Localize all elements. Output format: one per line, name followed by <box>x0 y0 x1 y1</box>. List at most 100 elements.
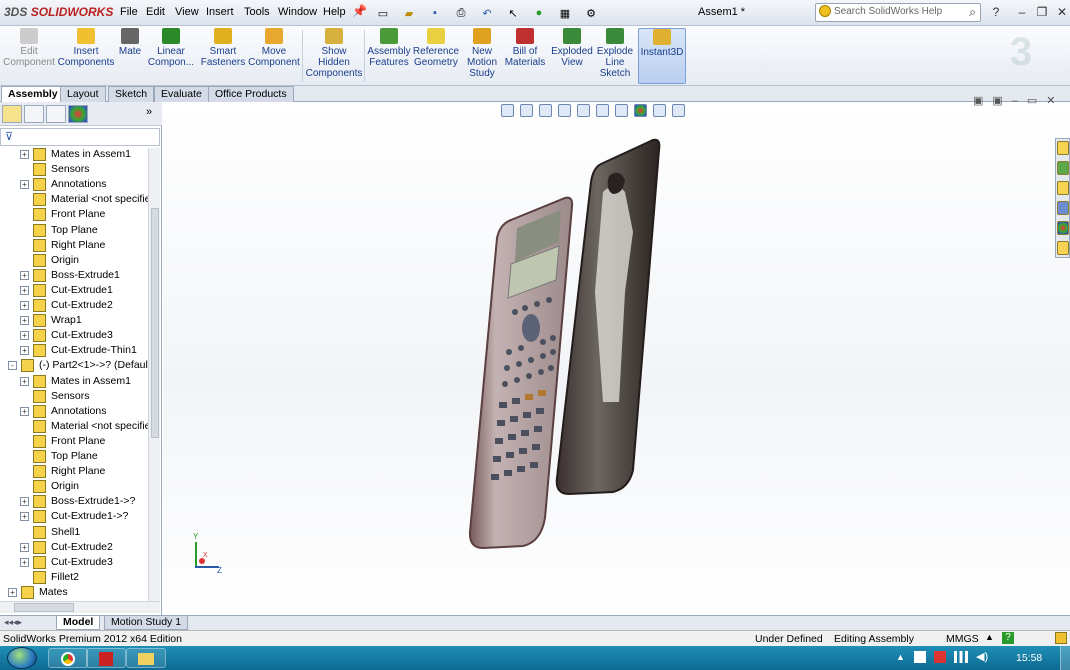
file-properties-icon[interactable]: ▦ <box>554 4 576 22</box>
tree-expander-icon[interactable]: + <box>20 285 29 295</box>
tree-item[interactable]: Sensors <box>0 389 148 404</box>
tree-item[interactable]: Fillet2 <box>0 570 148 585</box>
file-explorer-icon[interactable] <box>1057 181 1069 195</box>
instant3d-button[interactable]: Instant3D <box>638 28 686 84</box>
solidworks-taskbar-icon[interactable] <box>86 648 126 668</box>
cover-part[interactable] <box>555 138 661 496</box>
save-icon[interactable]: ▪ <box>424 4 446 22</box>
tree-item[interactable]: + Cut-Extrude2 <box>0 540 148 555</box>
mate-button[interactable]: Mate <box>116 28 144 84</box>
tab-office-products[interactable]: Office Products <box>208 86 294 102</box>
vertical-scrollbar[interactable] <box>148 148 160 601</box>
tree-expander-icon[interactable]: + <box>20 316 29 326</box>
tree-item[interactable]: Front Plane <box>0 207 148 222</box>
tree-item[interactable]: + Annotations <box>0 177 148 192</box>
tree-expander-icon[interactable]: + <box>20 331 29 341</box>
edit-component-button[interactable]: Edit Component <box>3 28 55 84</box>
menu-help[interactable]: Help <box>323 6 346 18</box>
tree-expander-icon[interactable]: + <box>20 150 29 159</box>
tree-item[interactable]: Sensors <box>0 162 148 177</box>
bill-of-materials-button[interactable]: Bill of Materials <box>503 28 547 84</box>
tree-item[interactable]: + Cut-Extrude-Thin1 <box>0 343 148 358</box>
view-palette-icon[interactable] <box>1057 201 1069 215</box>
tree-item[interactable]: + Mates <box>0 585 148 600</box>
chrome-taskbar-icon[interactable] <box>48 648 88 668</box>
horizontal-scrollbar[interactable] <box>0 601 160 613</box>
help-icon[interactable]: ? <box>984 3 1008 21</box>
status-help-icon[interactable]: ? <box>1002 632 1014 644</box>
tree-item[interactable]: Material <not specified> <box>0 192 148 207</box>
close-icon[interactable]: ✕ <box>1050 3 1070 21</box>
tree-item[interactable]: + Cut-Extrude3 <box>0 328 148 343</box>
tree-item[interactable]: + Boss-Extrude1 <box>0 268 148 283</box>
feature-tree-icon[interactable] <box>2 105 22 123</box>
rebuild-status-icon[interactable] <box>1055 632 1067 644</box>
reference-geometry-button[interactable]: Reference Geometry <box>412 28 460 84</box>
show-hidden-button[interactable]: Show Hidden Components <box>306 28 362 84</box>
select-cursor-icon[interactable]: ↖ <box>502 4 524 22</box>
explorer-taskbar-icon[interactable] <box>126 648 166 668</box>
tree-item[interactable]: + Annotations <box>0 404 148 419</box>
tree-item[interactable]: Right Plane <box>0 464 148 479</box>
menu-window[interactable]: Window <box>278 6 317 18</box>
taskbar-clock[interactable]: 15:58 <box>1016 652 1042 664</box>
new-motion-study-button[interactable]: New Motion Study <box>462 28 502 84</box>
tab-model[interactable]: Model <box>56 616 101 630</box>
move-component-button[interactable]: Move Component <box>248 28 300 84</box>
units-selector[interactable]: MMGS <box>946 633 979 645</box>
tree-expander-icon[interactable]: + <box>20 512 29 522</box>
new-document-icon[interactable]: ▭ <box>372 4 394 22</box>
tree-item[interactable]: + Cut-Extrude2 <box>0 298 148 313</box>
scroll-thumb[interactable] <box>151 208 159 438</box>
assembly-features-button[interactable]: Assembly Features <box>366 28 412 84</box>
tray-app-icon[interactable] <box>934 651 946 663</box>
network-icon[interactable] <box>954 651 968 663</box>
tree-expander-icon[interactable]: + <box>20 542 29 552</box>
tree-item[interactable]: Shell1 <box>0 525 148 540</box>
pin-icon[interactable]: 📌 <box>352 4 367 18</box>
tab-scroll-arrows-icon[interactable]: ◂◂◂▸ <box>4 617 22 628</box>
rebuild-icon[interactable]: ● <box>528 4 550 22</box>
magnifier-icon[interactable]: ⌕ <box>969 5 976 20</box>
insert-components-button[interactable]: Insert Components <box>58 28 114 84</box>
menu-view[interactable]: View <box>175 6 199 18</box>
tree-item[interactable]: + Wrap1 <box>0 313 148 328</box>
tree-item[interactable]: + Cut-Extrude3 <box>0 555 148 570</box>
search-input[interactable]: Search SolidWorks Help ⌕ <box>815 3 981 22</box>
options-icon[interactable]: ⚙ <box>580 4 602 22</box>
tree-expander-icon[interactable]: + <box>20 270 29 280</box>
start-button[interactable] <box>7 647 37 669</box>
action-center-icon[interactable] <box>914 651 926 663</box>
menu-file[interactable]: File <box>120 6 138 18</box>
design-library-icon[interactable] <box>1057 161 1069 175</box>
tab-motion-study-1[interactable]: Motion Study 1 <box>104 616 189 630</box>
graphics-area[interactable]: ▣▣–▭✕ Y Z X <box>163 95 1070 615</box>
smart-fasteners-button[interactable]: Smart Fasteners <box>200 28 246 84</box>
tree-expander-icon[interactable]: + <box>8 587 17 597</box>
tree-expander-icon[interactable]: + <box>20 301 29 310</box>
tray-expand-icon[interactable]: ▲ <box>896 652 905 662</box>
menu-edit[interactable]: Edit <box>146 6 165 18</box>
tree-item[interactable]: Top Plane <box>0 223 148 238</box>
tab-assembly[interactable]: Assembly <box>1 86 65 102</box>
tree-item[interactable]: + Cut-Extrude1 <box>0 283 148 298</box>
print-icon[interactable]: ⎙ <box>450 4 472 22</box>
home-icon[interactable] <box>1057 141 1069 155</box>
units-up-icon[interactable]: ▲ <box>985 632 994 642</box>
menu-tools[interactable]: Tools <box>244 6 270 18</box>
tab-sketch[interactable]: Sketch <box>108 86 155 102</box>
tree-item[interactable]: Right Plane <box>0 238 148 253</box>
tree-item[interactable]: + Boss-Extrude1->? <box>0 494 148 509</box>
tree-expander-icon[interactable]: - <box>8 361 17 371</box>
appearances-icon[interactable] <box>1057 221 1069 235</box>
tree-item[interactable]: Top Plane <box>0 449 148 464</box>
configuration-manager-icon[interactable] <box>46 105 66 123</box>
tree-expander-icon[interactable]: + <box>20 557 29 567</box>
exploded-view-button[interactable]: Exploded View <box>550 28 594 84</box>
tree-expander-icon[interactable]: + <box>20 497 29 507</box>
solidworks-logo[interactable]: 3DS SOLIDWORKS <box>4 5 113 19</box>
tree-item[interactable]: Origin <box>0 253 148 268</box>
tree-item[interactable]: Material <not specified> <box>0 419 148 434</box>
calculator-part[interactable] <box>468 196 574 550</box>
tree-expander-icon[interactable]: + <box>20 406 29 416</box>
